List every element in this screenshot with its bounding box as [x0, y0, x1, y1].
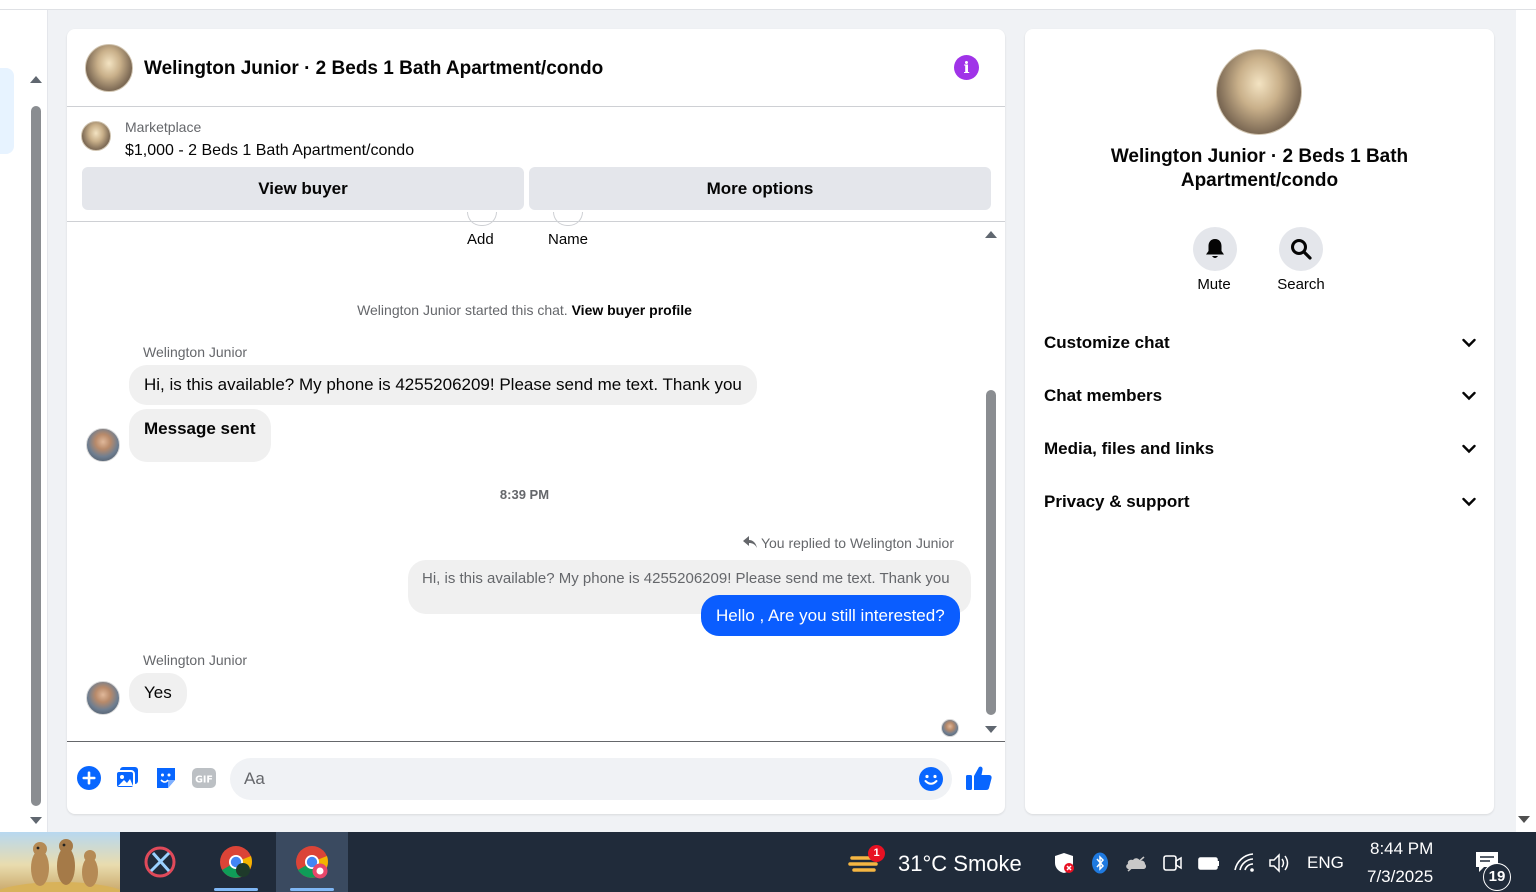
buyer-avatar[interactable]	[86, 681, 120, 715]
language-indicator[interactable]: ENG	[1307, 853, 1344, 873]
more-options-button[interactable]: More options	[529, 167, 991, 210]
view-buyer-button[interactable]: View buyer	[82, 167, 524, 210]
message-list: Add Name Welington Junior started this c…	[67, 212, 1005, 742]
message-bubble[interactable]: Yes	[129, 673, 187, 713]
meet-icon[interactable]	[1161, 852, 1183, 874]
accordion-chat-members[interactable]: Chat members	[1044, 376, 1476, 416]
name-label[interactable]: Name	[548, 231, 588, 248]
replied-to-label: You replied to Welington Junior	[742, 535, 954, 551]
accordion-label: Customize chat	[1044, 333, 1170, 352]
listing-summary[interactable]: $1,000 - 2 Beds 1 Bath Apartment/condo	[125, 142, 414, 160]
sticker-icon[interactable]	[153, 765, 179, 791]
chat-scrollbar-thumb[interactable]	[986, 390, 996, 715]
message-bubble[interactable]: Message sent	[129, 409, 271, 462]
left-nav	[0, 10, 48, 832]
chat-scrollbar[interactable]	[985, 228, 997, 738]
like-icon[interactable]	[965, 764, 993, 792]
search-button[interactable]	[1279, 227, 1323, 271]
sender-name: Welington Junior	[143, 652, 248, 668]
running-indicator	[214, 888, 258, 891]
wifi-icon[interactable]	[1233, 852, 1255, 874]
reply-icon	[742, 536, 757, 548]
chat-header: Welington Junior · 2 Beds 1 Bath Apartme…	[67, 29, 1005, 107]
add-fragment-icon[interactable]	[467, 212, 497, 226]
taskbar-app-chrome[interactable]	[200, 832, 272, 892]
add-label[interactable]: Add	[467, 231, 494, 248]
plus-icon[interactable]	[76, 765, 102, 791]
seen-by-avatar	[941, 719, 959, 737]
started-text: Welington Junior started this chat.	[357, 302, 568, 318]
left-scrollbar-thumb[interactable]	[31, 106, 41, 806]
running-indicator	[290, 888, 334, 891]
chevron-down-icon	[1462, 444, 1476, 454]
accordion-label: Chat members	[1044, 386, 1163, 405]
name-fragment-icon[interactable]	[553, 212, 583, 226]
listing-thumbnail[interactable]	[81, 121, 111, 151]
security-shield-icon[interactable]	[1053, 852, 1075, 874]
search-icon	[1291, 239, 1312, 260]
accordion-label: Privacy & support	[1044, 492, 1190, 511]
snipping-tool-icon	[144, 846, 176, 878]
chat-panel: Welington Junior · 2 Beds 1 Bath Apartme…	[67, 29, 1005, 814]
clock-time[interactable]: 8:44 PM	[1370, 839, 1433, 859]
page-scrollbar[interactable]	[1516, 10, 1536, 832]
chat-scroll-down-icon[interactable]	[985, 726, 997, 733]
accordion-media-files-links[interactable]: Media, files and links	[1044, 429, 1476, 469]
mute-button[interactable]	[1193, 227, 1237, 271]
notification-count-badge: 19	[1483, 863, 1511, 891]
bluetooth-icon[interactable]	[1089, 852, 1111, 874]
left-scroll-down-icon[interactable]	[30, 817, 42, 824]
marketplace-label: Marketplace	[125, 119, 202, 135]
search-label[interactable]: Search	[1261, 276, 1341, 293]
conversation-avatar[interactable]	[1216, 49, 1302, 135]
photo-icon[interactable]	[114, 765, 140, 791]
conversation-details-panel: Welington Junior · 2 Beds 1 Bath Apartme…	[1025, 29, 1494, 814]
clock-date[interactable]: 7/3/2025	[1367, 867, 1433, 887]
left-scrollbar[interactable]	[30, 96, 42, 806]
start-button[interactable]	[0, 832, 120, 892]
chat-title[interactable]: Welington Junior · 2 Beds 1 Bath Apartme…	[144, 58, 603, 80]
listing-avatar[interactable]	[85, 44, 133, 92]
chevron-down-icon	[1462, 497, 1476, 507]
svg-text:GIF: GIF	[195, 775, 213, 786]
left-nav-highlight	[0, 68, 14, 154]
timestamp: 8:39 PM	[499, 487, 550, 502]
taskbar-app-snipping[interactable]	[124, 832, 196, 892]
message-input[interactable]	[230, 758, 952, 800]
chrome-profile-icon	[296, 846, 328, 879]
left-scroll-up-icon[interactable]	[30, 76, 42, 83]
emoji-icon[interactable]	[918, 766, 944, 792]
chevron-down-icon	[1462, 391, 1476, 401]
taskbar-app-chrome-profile[interactable]	[276, 832, 348, 892]
view-buyer-profile-link[interactable]: View buyer profile	[572, 302, 692, 318]
mute-label[interactable]: Mute	[1174, 276, 1254, 293]
gif-icon[interactable]: GIF	[191, 765, 217, 791]
marketplace-banner: Marketplace $1,000 - 2 Beds 1 Bath Apart…	[67, 107, 1005, 222]
my-message-bubble[interactable]: Hello , Are you still interested?	[701, 595, 960, 636]
chrome-icon	[220, 846, 252, 878]
sender-name: Welington Junior	[143, 344, 248, 360]
volume-icon[interactable]	[1268, 852, 1290, 874]
browser-top-strip	[0, 0, 1536, 10]
taskbar: 1 31°C Smoke ENG 8:44 PM 7/3/2025 19	[0, 832, 1536, 892]
accordion-customize-chat[interactable]: Customize chat	[1044, 323, 1476, 363]
accordion-privacy-support[interactable]: Privacy & support	[1044, 482, 1476, 522]
conversation-title: Welington Junior · 2 Beds 1 Bath Apartme…	[1110, 146, 1409, 191]
info-icon[interactable]: i	[954, 55, 979, 80]
weather-badge: 1	[868, 845, 885, 862]
onedrive-icon[interactable]	[1124, 852, 1147, 874]
weather-text[interactable]: 31°C Smoke	[898, 851, 1022, 877]
accordion-label: Media, files and links	[1044, 439, 1215, 458]
buyer-avatar[interactable]	[86, 428, 120, 462]
chevron-down-icon	[1462, 338, 1476, 348]
replied-to-text: You replied to Welington Junior	[760, 535, 954, 551]
meerkat-wallpaper-icon	[0, 839, 120, 892]
bell-icon	[1206, 239, 1224, 258]
message-composer: GIF	[67, 741, 1005, 814]
chat-started-notice: Welington Junior started this chat. View…	[67, 302, 982, 318]
battery-icon[interactable]	[1197, 852, 1219, 874]
page-scroll-down-icon[interactable]	[1518, 816, 1530, 823]
message-bubble[interactable]: Hi, is this available? My phone is 42552…	[129, 365, 757, 405]
